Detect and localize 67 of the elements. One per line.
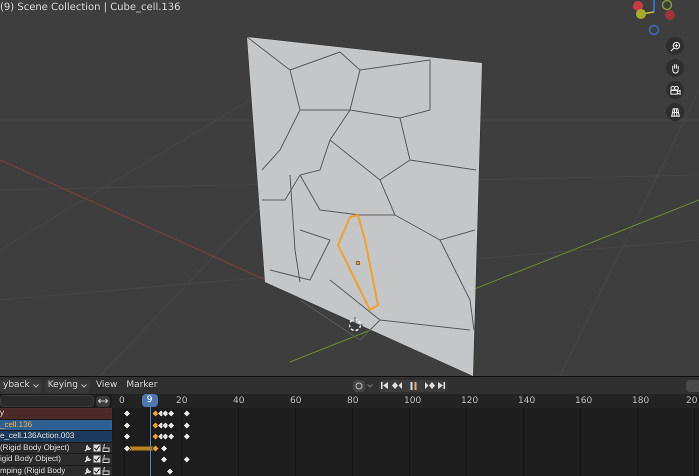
search-field[interactable] [0,395,94,407]
channel-label: (Rigid Body Object) [0,444,70,452]
chevron-icon [367,384,373,388]
channel-label: mping (Rigid Body [0,466,66,475]
viewport-header-text: (9) Scene Collection | Cube_cell.136 [0,1,180,15]
chevron-icon [32,384,39,388]
frame-number: 40 [233,395,244,408]
record-icon [355,382,363,390]
grid-icon [670,106,680,118]
jump-start-button[interactable] [379,382,390,389]
origin-dot-icon [356,260,360,266]
frame-field[interactable] [686,380,699,392]
horizontal-arrows-icon [98,398,108,404]
expand-toggle-button[interactable] [96,396,110,406]
playhead-line [150,404,151,476]
frame-number: 60 [290,395,302,408]
wrench-icon [84,444,92,452]
projection-button[interactable] [666,103,684,121]
jump-start-icon [381,382,388,389]
channel-label: igid Body Object) [0,455,61,464]
frame-number: 80 [347,395,358,408]
camera-icon [670,84,680,96]
pan-button[interactable] [666,59,684,77]
previous-keyframe-button[interactable] [390,382,403,389]
channel-row[interactable]: _cell.136 [0,420,112,431]
channel-row[interactable]: (Rigid Body Object) [0,442,112,454]
menu-item[interactable]: View [92,378,120,392]
auto-keying-button[interactable] [353,380,365,392]
channel-row[interactable]: mping (Rigid Body [0,466,112,476]
dropdown-menu[interactable]: Keying [44,378,90,392]
camera-button[interactable] [666,81,684,99]
wrench-icon [84,455,92,464]
menu-item[interactable]: Marker [123,378,160,392]
frame-number: 20 [686,395,698,408]
next-keyframe-icon [424,382,434,389]
frame-number: 180 [632,395,650,408]
channel-row[interactable]: e_cell.136Action.003 [0,431,112,442]
lock-icon [102,455,110,464]
previous-keyframe-icon [392,382,402,389]
wrench-icon [84,466,92,475]
next-keyframe-button[interactable] [423,382,436,389]
frame-number: 140 [518,395,536,408]
jump-end-icon [438,382,445,389]
frame-number: 120 [461,395,478,408]
channel-label: _cell.136 [0,420,32,429]
zoom-button[interactable] [666,37,684,55]
3d-cursor-icon [346,316,364,334]
axis-gizmo-drawing [633,0,675,36]
frame-number: 100 [404,395,422,408]
frame-number: 160 [575,395,592,408]
jump-end-button[interactable] [436,382,447,389]
current-frame-indicator[interactable]: 9 [142,394,158,407]
frame-number: 0 [119,395,125,408]
checkbox-icon[interactable] [93,455,101,464]
zoom-icon [670,40,680,52]
frame-number: 20 [176,395,188,408]
channel-label: e_cell.136Action.003 [0,432,74,440]
lock-icon [102,444,110,452]
checkbox-icon[interactable] [93,466,101,475]
hand-icon [670,62,680,74]
dropdown-menu[interactable]: yback [0,378,42,392]
channel-label: y [0,409,4,418]
chevron-icon [80,384,87,388]
checkbox-icon[interactable] [93,444,101,452]
lock-icon [102,466,110,475]
channel-row[interactable]: y [0,408,112,420]
channel-row[interactable]: igid Body Object) [0,454,112,466]
